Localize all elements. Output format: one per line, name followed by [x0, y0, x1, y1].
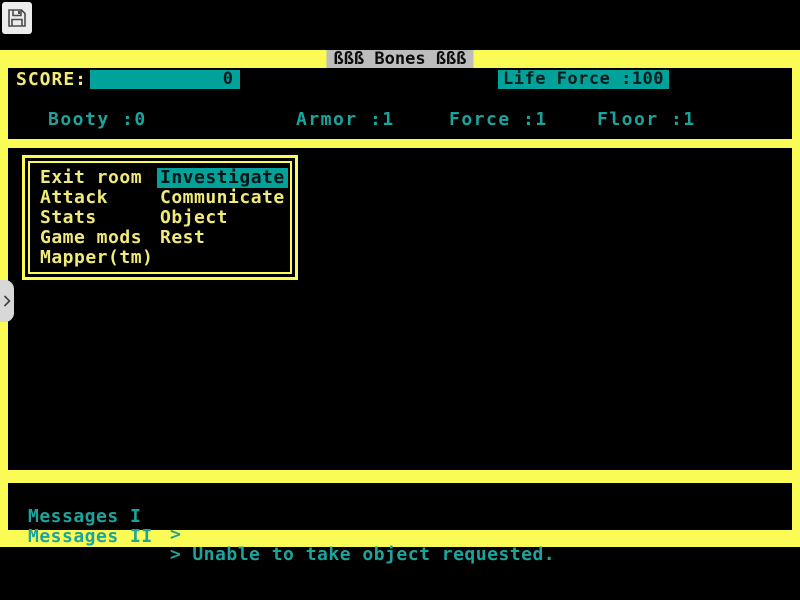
floppy-save-icon — [6, 7, 28, 29]
stat-floor: Floor :1 — [597, 110, 696, 129]
menu-column-left: Exit room Attack Stats Game mods Mapper(… — [40, 168, 153, 268]
messages-line-1: Messages I > — [8, 490, 792, 508]
game-title: ßßß Bones ßßß — [326, 50, 473, 68]
stat-booty: Booty :0 — [48, 110, 147, 129]
score-bar: 0 — [90, 70, 240, 89]
top-bar — [0, 0, 800, 50]
game-frame: ßßß Bones ßßß SCORE: 0 Life Force :100 B… — [0, 50, 800, 547]
menu-item-attack[interactable]: Attack — [40, 188, 153, 208]
drawer-toggle[interactable] — [0, 280, 14, 322]
menu-item-exit-room[interactable]: Exit room — [40, 168, 153, 188]
menu-item-object[interactable]: Object — [160, 208, 288, 228]
save-button[interactable] — [2, 2, 32, 34]
menu-item-communicate[interactable]: Communicate — [160, 188, 288, 208]
menu-item-investigate[interactable]: Investigate — [157, 168, 288, 188]
messages-2-label: Messages II — [28, 528, 153, 546]
chevron-right-icon — [3, 294, 11, 308]
stat-force: Force :1 — [449, 110, 548, 129]
score-label: SCORE: — [16, 70, 87, 89]
messages-2-text: Unable to take object requested. — [192, 544, 555, 565]
hud-panel: SCORE: 0 Life Force :100 Booty :0 Armor … — [8, 68, 792, 139]
menu-item-mapper[interactable]: Mapper(tm) — [40, 248, 153, 268]
life-force-badge: Life Force :100 — [498, 70, 669, 89]
menu-box: Exit room Attack Stats Game mods Mapper(… — [22, 155, 298, 280]
menu-item-stats[interactable]: Stats — [40, 208, 153, 228]
menu-column-right: Investigate Communicate Object Rest — [160, 168, 288, 248]
stat-armor: Armor :1 — [296, 110, 395, 129]
menu-item-rest[interactable]: Rest — [160, 228, 288, 248]
main-panel: Exit room Attack Stats Game mods Mapper(… — [8, 148, 792, 470]
menu-item-game-mods[interactable]: Game mods — [40, 228, 153, 248]
screen: { "window": { "title": "ßßß Bones ßßß" }… — [0, 0, 800, 600]
messages-1-content: > — [170, 526, 192, 544]
messages-2-content: > Unable to take object requested. — [170, 546, 555, 564]
messages-panel: Messages I > Messages II >Unable to take… — [8, 483, 792, 530]
messages-2-prompt: > — [170, 544, 181, 565]
menu-inner-border: Exit room Attack Stats Game mods Mapper(… — [28, 161, 292, 274]
score-value: 0 — [223, 69, 233, 89]
messages-line-2: Messages II >Unable to take object reque… — [8, 510, 792, 528]
